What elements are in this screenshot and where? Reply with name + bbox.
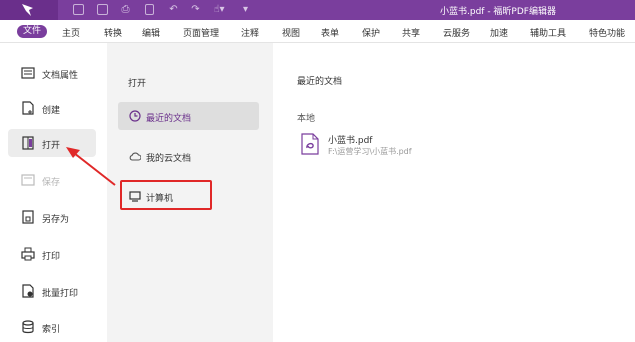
print-icon (21, 247, 35, 261)
open-item-recent[interactable]: 最近的文档 (118, 102, 259, 130)
foxit-logo-icon (22, 4, 33, 16)
menu-features[interactable]: 特色功能 (589, 26, 625, 39)
file-sidebar: 文档属性 创建 打开 保存 另存为 打印 批量打印 索引 (0, 43, 107, 342)
hand-icon[interactable]: ☝▾ (211, 4, 227, 15)
sidebar-item-label: 索引 (42, 325, 61, 335)
menu-edit[interactable]: 编辑 (142, 26, 160, 39)
open-item-label: 最近的文档 (146, 114, 192, 124)
open-panel-title: 打开 (128, 79, 147, 89)
menu-convert[interactable]: 转换 (104, 26, 122, 39)
sidebar-item-label: 文档属性 (42, 71, 79, 81)
sidebar-item-label: 批量打印 (42, 289, 79, 299)
save-icon (21, 174, 35, 186)
open-item-label: 我的云文档 (146, 154, 192, 164)
open-folder-icon[interactable] (73, 4, 84, 15)
sidebar-item-label: 打开 (42, 141, 61, 151)
menu-comment[interactable]: 注释 (241, 26, 259, 39)
menu-bar: 文件 主页 转换 编辑 页面管理 注释 视图 表单 保护 共享 云服务 加速 辅… (0, 20, 635, 43)
sidebar-item-print[interactable]: 打印 (8, 240, 96, 268)
sidebar-item-batch-print[interactable]: 批量打印 (8, 277, 96, 305)
pdf-file-icon (301, 133, 319, 155)
menu-page-management[interactable]: 页面管理 (183, 26, 219, 39)
menu-form[interactable]: 表单 (321, 26, 339, 39)
sidebar-item-index[interactable]: 索引 (8, 313, 96, 341)
undo-icon[interactable]: ↶ (168, 4, 179, 15)
clock-icon (129, 110, 141, 122)
file-name: 小蓝书.pdf (328, 136, 373, 146)
print-icon[interactable]: ⎙ (120, 4, 131, 15)
sidebar-item-label: 保存 (42, 178, 61, 188)
sidebar-item-open[interactable]: 打开 (8, 129, 96, 157)
sidebar-item-label: 创建 (42, 106, 61, 116)
sidebar-item-label: 打印 (42, 252, 61, 262)
menu-cloud-service[interactable]: 云服务 (443, 26, 470, 39)
batch-print-icon (22, 284, 34, 298)
save-icon[interactable] (97, 4, 108, 15)
index-icon (22, 320, 34, 334)
sidebar-item-save-as[interactable]: 另存为 (8, 203, 96, 231)
new-document-icon[interactable] (145, 4, 154, 15)
sidebar-item-create[interactable]: 创建 (8, 94, 96, 122)
sidebar-item-label: 另存为 (42, 215, 70, 225)
menu-view[interactable]: 视图 (282, 26, 300, 39)
recent-documents-panel: 最近的文档 本地 小蓝书.pdf F:\运营学习\小蓝书.pdf (273, 43, 635, 342)
customize-dropdown-icon[interactable]: ▾ (240, 4, 251, 15)
recent-documents-title: 最近的文档 (297, 77, 343, 87)
cloud-icon (129, 152, 141, 161)
create-icon (22, 101, 34, 115)
menu-accelerate[interactable]: 加速 (490, 26, 508, 39)
app-logo[interactable] (0, 0, 58, 20)
redo-icon[interactable]: ↷ (190, 4, 201, 15)
properties-icon (21, 67, 35, 79)
menu-accessibility[interactable]: 辅助工具 (530, 26, 566, 39)
file-path: F:\运营学习\小蓝书.pdf (328, 147, 412, 156)
recent-file-row[interactable]: 小蓝书.pdf F:\运营学习\小蓝书.pdf (293, 129, 613, 161)
open-item-cloud[interactable]: 我的云文档 (118, 142, 259, 170)
computer-highlight-box (120, 180, 212, 210)
sidebar-item-save[interactable]: 保存 (8, 166, 96, 194)
menu-share[interactable]: 共享 (402, 26, 420, 39)
save-as-icon (22, 210, 34, 224)
window-title: 小蓝书.pdf - 福昕PDF编辑器 (440, 7, 556, 17)
open-book-icon (22, 136, 34, 150)
sidebar-item-properties[interactable]: 文档属性 (8, 59, 96, 87)
menu-home[interactable]: 主页 (62, 26, 80, 39)
menu-protect[interactable]: 保护 (362, 26, 380, 39)
title-bar: ⎙ ↶ ↷ ☝▾ ▾ 小蓝书.pdf - 福昕PDF编辑器 (0, 0, 635, 20)
menu-file[interactable]: 文件 (17, 25, 47, 38)
local-group-label: 本地 (297, 114, 316, 124)
